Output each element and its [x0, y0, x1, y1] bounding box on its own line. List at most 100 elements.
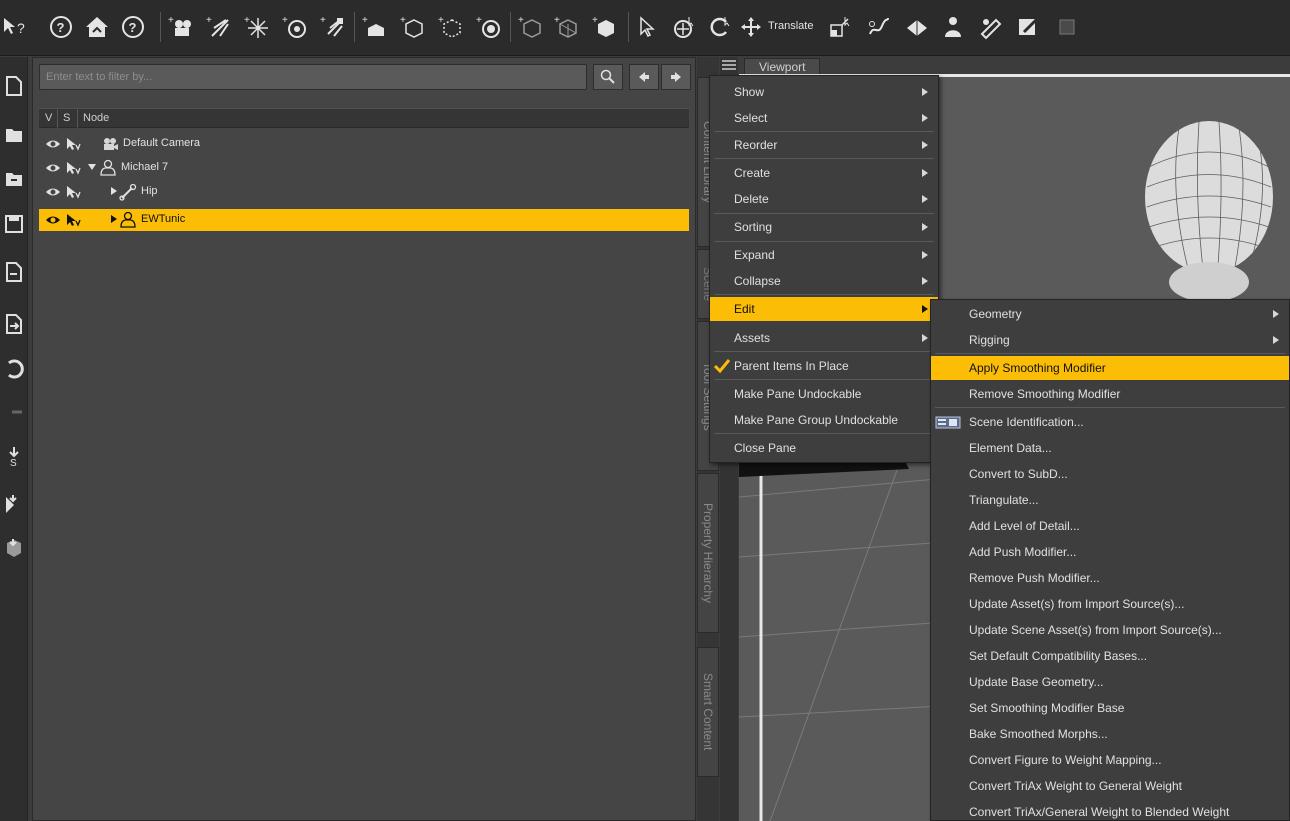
create-primitive-icon[interactable]: +	[360, 10, 390, 44]
menu-item-delete[interactable]: Delete	[710, 187, 938, 211]
column-selectable[interactable]: S	[63, 112, 70, 124]
submenu-item-add-push-modifier[interactable]: Add Push Modifier...	[931, 540, 1289, 564]
tab-smart-content[interactable]: Smart Content	[697, 647, 719, 777]
create-point-light-icon[interactable]: +	[242, 10, 272, 44]
submenu-item-convert-triax-to-general[interactable]: Convert TriAx Weight to General Weight	[931, 774, 1289, 798]
previous-arrow-icon[interactable]	[629, 64, 659, 90]
export-icon[interactable]	[0, 309, 28, 339]
create-proxy-icon[interactable]: +	[590, 10, 620, 44]
tab-property-hierarchy[interactable]: Property Hierarchy	[697, 473, 719, 633]
menu-item-edit[interactable]: Edit	[710, 297, 938, 321]
help-circle-icon[interactable]: ?	[118, 10, 148, 44]
create-spotlight-icon[interactable]: +	[318, 10, 348, 44]
eye-icon[interactable]	[45, 185, 61, 199]
menu-item-reorder[interactable]: Reorder	[710, 133, 938, 157]
create-group-icon[interactable]: +	[436, 10, 466, 44]
menu-item-select[interactable]: Select	[710, 106, 938, 130]
search-icon[interactable]	[593, 64, 623, 90]
submenu-item-scene-identification[interactable]: Scene Identification...	[931, 410, 1289, 434]
collapsed-arrow-icon[interactable]	[109, 214, 119, 224]
eye-icon[interactable]	[45, 137, 61, 151]
power-pose-icon[interactable]	[940, 10, 970, 44]
selectable-arrow-icon[interactable]	[65, 136, 81, 152]
submenu-item-element-data[interactable]: Element Data...	[931, 436, 1289, 460]
merge-file-icon[interactable]	[0, 163, 28, 193]
submenu-item-geometry[interactable]: Geometry	[931, 302, 1289, 326]
create-node-icon[interactable]: +	[516, 10, 546, 44]
pose-preset-icon[interactable]	[0, 489, 28, 519]
scene-node-row[interactable]: Default Camera	[39, 133, 689, 155]
scene-node-row-selected[interactable]: EWTunic	[39, 209, 689, 231]
selectable-arrow-icon[interactable]	[65, 160, 81, 176]
create-distant-light-icon[interactable]: +	[204, 10, 234, 44]
new-file-icon[interactable]	[0, 71, 28, 101]
submenu-item-apply-smoothing-modifier[interactable]: Apply Smoothing Modifier	[931, 356, 1289, 380]
scene-filter-input[interactable]	[39, 64, 587, 90]
help-icon[interactable]: ?	[46, 10, 76, 44]
more-tools-icon[interactable]	[1052, 10, 1082, 44]
menu-item-make-pane-group-undockable[interactable]: Make Pane Group Undockable	[710, 408, 938, 432]
submenu-item-remove-push-modifier[interactable]: Remove Push Modifier...	[931, 566, 1289, 590]
menu-item-close-pane[interactable]: Close Pane	[710, 436, 938, 460]
submenu-item-remove-smoothing-modifier[interactable]: Remove Smoothing Modifier	[931, 382, 1289, 406]
geometry-editor-icon[interactable]	[902, 10, 932, 44]
scene-node-row[interactable]: Michael 7	[39, 157, 689, 179]
redo-icon[interactable]	[0, 397, 28, 427]
submenu-item-rigging[interactable]: Rigging	[931, 328, 1289, 352]
rotate-tool-icon[interactable]	[706, 10, 736, 44]
submenu-item-set-default-compatibility-bases[interactable]: Set Default Compatibility Bases...	[931, 644, 1289, 668]
svg-text:?: ?	[17, 20, 25, 36]
eye-icon[interactable]	[45, 213, 61, 227]
create-null-icon[interactable]: +	[398, 10, 428, 44]
menu-item-assets[interactable]: Assets	[710, 326, 938, 350]
scene-column-header: V S Node	[39, 108, 689, 129]
save-scene-subset-icon[interactable]: S	[0, 441, 28, 471]
universal-tool-icon[interactable]	[670, 10, 700, 44]
menu-item-make-pane-undockable[interactable]: Make Pane Undockable	[710, 382, 938, 406]
figure-preset-icon[interactable]	[0, 533, 28, 563]
submenu-item-convert-to-subd[interactable]: Convert to SubD...	[931, 462, 1289, 486]
next-arrow-icon[interactable]	[661, 64, 691, 90]
submenu-item-bake-smoothed-morphs[interactable]: Bake Smoothed Morphs...	[931, 722, 1289, 746]
menu-item-collapse[interactable]: Collapse	[710, 269, 938, 293]
collapsed-arrow-icon[interactable]	[109, 186, 119, 196]
import-icon[interactable]	[0, 257, 28, 287]
submenu-item-set-smoothing-modifier-base[interactable]: Set Smoothing Modifier Base	[931, 696, 1289, 720]
expand-arrow-icon[interactable]	[87, 162, 97, 172]
create-camera-icon[interactable]: +	[166, 10, 196, 44]
menu-item-sorting[interactable]: Sorting	[710, 215, 938, 239]
eye-icon[interactable]	[45, 161, 61, 175]
pane-menu-icon[interactable]	[721, 59, 737, 73]
submenu-item-add-level-of-detail[interactable]: Add Level of Detail...	[931, 514, 1289, 538]
submenu-item-triangulate[interactable]: Triangulate...	[931, 488, 1289, 512]
surface-selection-icon[interactable]	[976, 10, 1006, 44]
create-linear-light-icon[interactable]: +	[280, 10, 310, 44]
menu-item-create[interactable]: Create	[710, 161, 938, 185]
submenu-item-update-assets-from-import[interactable]: Update Asset(s) from Import Source(s)...	[931, 592, 1289, 616]
scale-tool-icon[interactable]	[826, 10, 856, 44]
save-icon[interactable]	[0, 209, 28, 239]
create-environment-icon[interactable]: +	[474, 10, 504, 44]
translate-tool-label[interactable]: Translate	[768, 20, 813, 32]
create-instance-icon[interactable]: +	[552, 10, 582, 44]
submenu-item-convert-triax-general-to-blended[interactable]: Convert TriAx/General Weight to Blended …	[931, 800, 1289, 821]
menu-item-show[interactable]: Show	[710, 80, 938, 104]
submenu-item-convert-figure-to-weight-mapping[interactable]: Convert Figure to Weight Mapping...	[931, 748, 1289, 772]
translate-tool-icon[interactable]	[738, 10, 768, 44]
column-node[interactable]: Node	[83, 112, 109, 124]
node-selection-tool-icon[interactable]	[634, 10, 664, 44]
selectable-arrow-icon[interactable]	[65, 212, 81, 228]
undo-icon[interactable]	[0, 353, 28, 383]
open-file-icon[interactable]	[0, 119, 28, 149]
home-icon[interactable]	[82, 10, 112, 44]
scene-node-row[interactable]: Hip	[39, 181, 689, 203]
pose-tool-icon[interactable]	[1014, 10, 1044, 44]
joint-editor-icon[interactable]	[864, 10, 894, 44]
column-visible[interactable]: V	[45, 112, 52, 124]
submenu-item-update-base-geometry[interactable]: Update Base Geometry...	[931, 670, 1289, 694]
menu-item-expand[interactable]: Expand	[710, 243, 938, 267]
whats-this-icon[interactable]: ?	[0, 10, 30, 44]
submenu-item-update-scene-assets-from-import[interactable]: Update Scene Asset(s) from Import Source…	[931, 618, 1289, 642]
menu-item-parent-items-in-place[interactable]: Parent Items In Place	[710, 354, 938, 378]
selectable-arrow-icon[interactable]	[65, 184, 81, 200]
